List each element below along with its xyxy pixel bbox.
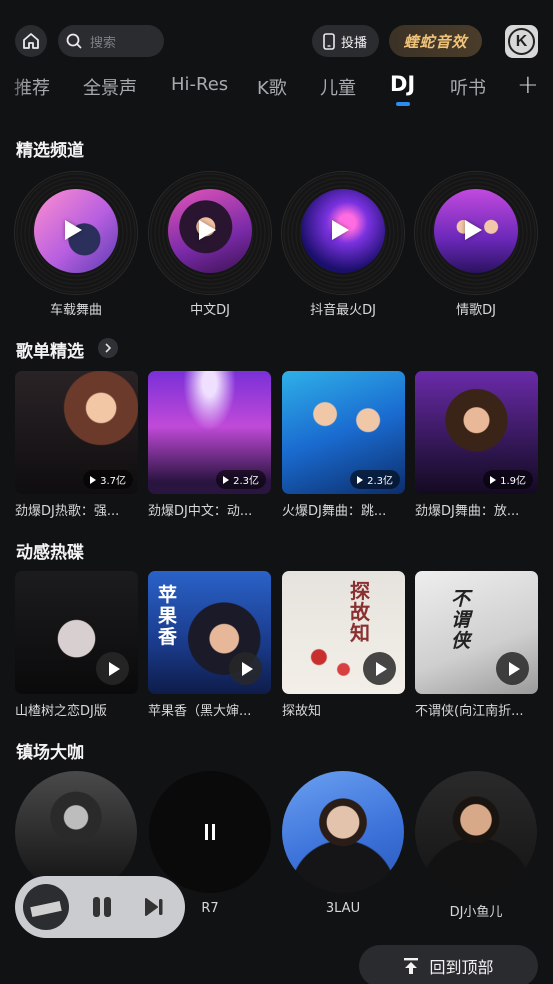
play-count-icon (90, 475, 97, 484)
album-cover-title: 苹果香 (158, 584, 178, 648)
phone-icon (323, 32, 335, 50)
play-button[interactable] (496, 652, 529, 685)
play-count-icon (490, 475, 497, 484)
home-button[interactable] (15, 25, 47, 57)
mini-player[interactable] (15, 876, 185, 938)
artist-avatar[interactable] (149, 771, 271, 893)
tab-karaoke[interactable]: K歌 (257, 74, 287, 100)
channel-label: 抖音最火DJ (310, 303, 376, 318)
back-to-top-button[interactable]: 回到顶部 (359, 945, 538, 984)
play-count-badge: 2.3亿 (350, 470, 400, 489)
home-icon (23, 33, 39, 49)
playlist-card[interactable]: 2.3亿 (282, 371, 405, 494)
album-card[interactable]: 苹果香 (148, 571, 271, 694)
playlist-card[interactable]: 3.7亿 (15, 371, 138, 494)
k-logo-icon: K (508, 28, 535, 55)
artist-avatar[interactable] (15, 771, 137, 893)
play-icon (465, 220, 482, 240)
top-bar: 搜索 投播 蝰蛇音效 K (0, 0, 553, 66)
channel-label: 中文DJ (190, 303, 230, 318)
sound-effect-label: 蝰蛇音效 (403, 32, 468, 51)
pause-icon (205, 824, 215, 840)
play-count-badge: 1.9亿 (483, 470, 533, 489)
now-playing-cover[interactable] (23, 884, 69, 930)
play-icon (65, 220, 82, 240)
search-input[interactable]: 搜索 (58, 25, 164, 57)
sound-effect-button[interactable]: 蝰蛇音效 (389, 25, 482, 57)
tab-audiobook[interactable]: 听书 (450, 74, 486, 100)
album-label: 不谓侠(向江南折... (415, 704, 524, 719)
category-tabs: 推荐 全景声 Hi-Res K歌 儿童 DJ 听书 + (0, 68, 553, 108)
channel-label: 情歌DJ (456, 303, 496, 318)
masters-title: 镇场大咖 (16, 743, 84, 763)
play-button[interactable] (229, 652, 262, 685)
artist-avatar[interactable] (415, 771, 537, 893)
playlist-card[interactable]: 1.9亿 (415, 371, 538, 494)
add-tab-icon[interactable]: + (517, 70, 539, 100)
channel-vinyl[interactable] (15, 172, 137, 294)
playlist-label: 劲爆DJ中文：动... (148, 504, 253, 519)
artist-label: 3LAU (325, 901, 361, 916)
artist-avatar[interactable] (282, 771, 404, 893)
k-song-button[interactable]: K (505, 25, 538, 58)
play-icon (375, 661, 387, 676)
tab-hires[interactable]: Hi-Res (171, 74, 228, 95)
channel-vinyl[interactable] (149, 172, 271, 294)
arrow-up-icon (404, 958, 419, 974)
channels-title: 精选频道 (16, 141, 84, 161)
play-icon (332, 220, 349, 240)
back-to-top-label: 回到顶部 (429, 958, 494, 977)
album-label: 探故知 (282, 704, 322, 719)
channel-vinyl[interactable] (282, 172, 404, 294)
album-label: 山楂树之恋DJ版 (15, 704, 107, 719)
tab-kids[interactable]: 儿童 (320, 74, 356, 100)
tab-dj[interactable]: DJ (390, 72, 415, 96)
playlist-label: 劲爆DJ舞曲：放... (415, 504, 520, 519)
cast-label: 投播 (341, 35, 368, 51)
artist-label: DJ小鱼儿 (449, 905, 503, 920)
album-label: 苹果香（黑大婶... (148, 704, 252, 719)
play-icon (508, 661, 520, 676)
channel-vinyl[interactable] (415, 172, 537, 294)
search-placeholder: 搜索 (90, 35, 117, 51)
play-icon (108, 661, 120, 676)
playlist-label: 劲爆DJ热歌：强... (15, 504, 120, 519)
album-card[interactable]: 探故知 (282, 571, 405, 694)
cast-button[interactable]: 投播 (312, 25, 379, 57)
play-count-badge: 3.7亿 (83, 470, 133, 489)
play-count-badge: 2.3亿 (216, 470, 266, 489)
next-track-icon[interactable] (143, 896, 165, 918)
hot-discs-title: 动感热碟 (16, 543, 84, 563)
playlist-card[interactable]: 2.3亿 (148, 371, 271, 494)
album-card[interactable]: 不谓侠 (415, 571, 538, 694)
play-button[interactable] (363, 652, 396, 685)
tab-panorama[interactable]: 全景声 (83, 74, 137, 100)
search-icon (66, 33, 82, 49)
pause-button[interactable] (91, 896, 113, 918)
playlist-label: 火爆DJ舞曲：跳... (282, 504, 387, 519)
album-card[interactable] (15, 571, 138, 694)
play-button[interactable] (96, 652, 129, 685)
pause-icon (93, 897, 100, 917)
album-cover-title: 不谓侠 (451, 588, 471, 652)
playlists-title[interactable]: 歌单精选 (16, 337, 84, 362)
play-count-icon (357, 475, 364, 484)
play-icon (241, 661, 253, 676)
pause-icon-bar (104, 897, 111, 917)
active-tab-indicator (396, 102, 410, 106)
album-cover-title: 探故知 (350, 579, 370, 645)
play-icon (199, 220, 216, 240)
chevron-right-icon[interactable] (98, 338, 118, 358)
tab-fade (0, 68, 28, 108)
channel-label: 车载舞曲 (49, 303, 102, 318)
play-count-icon (223, 475, 230, 484)
